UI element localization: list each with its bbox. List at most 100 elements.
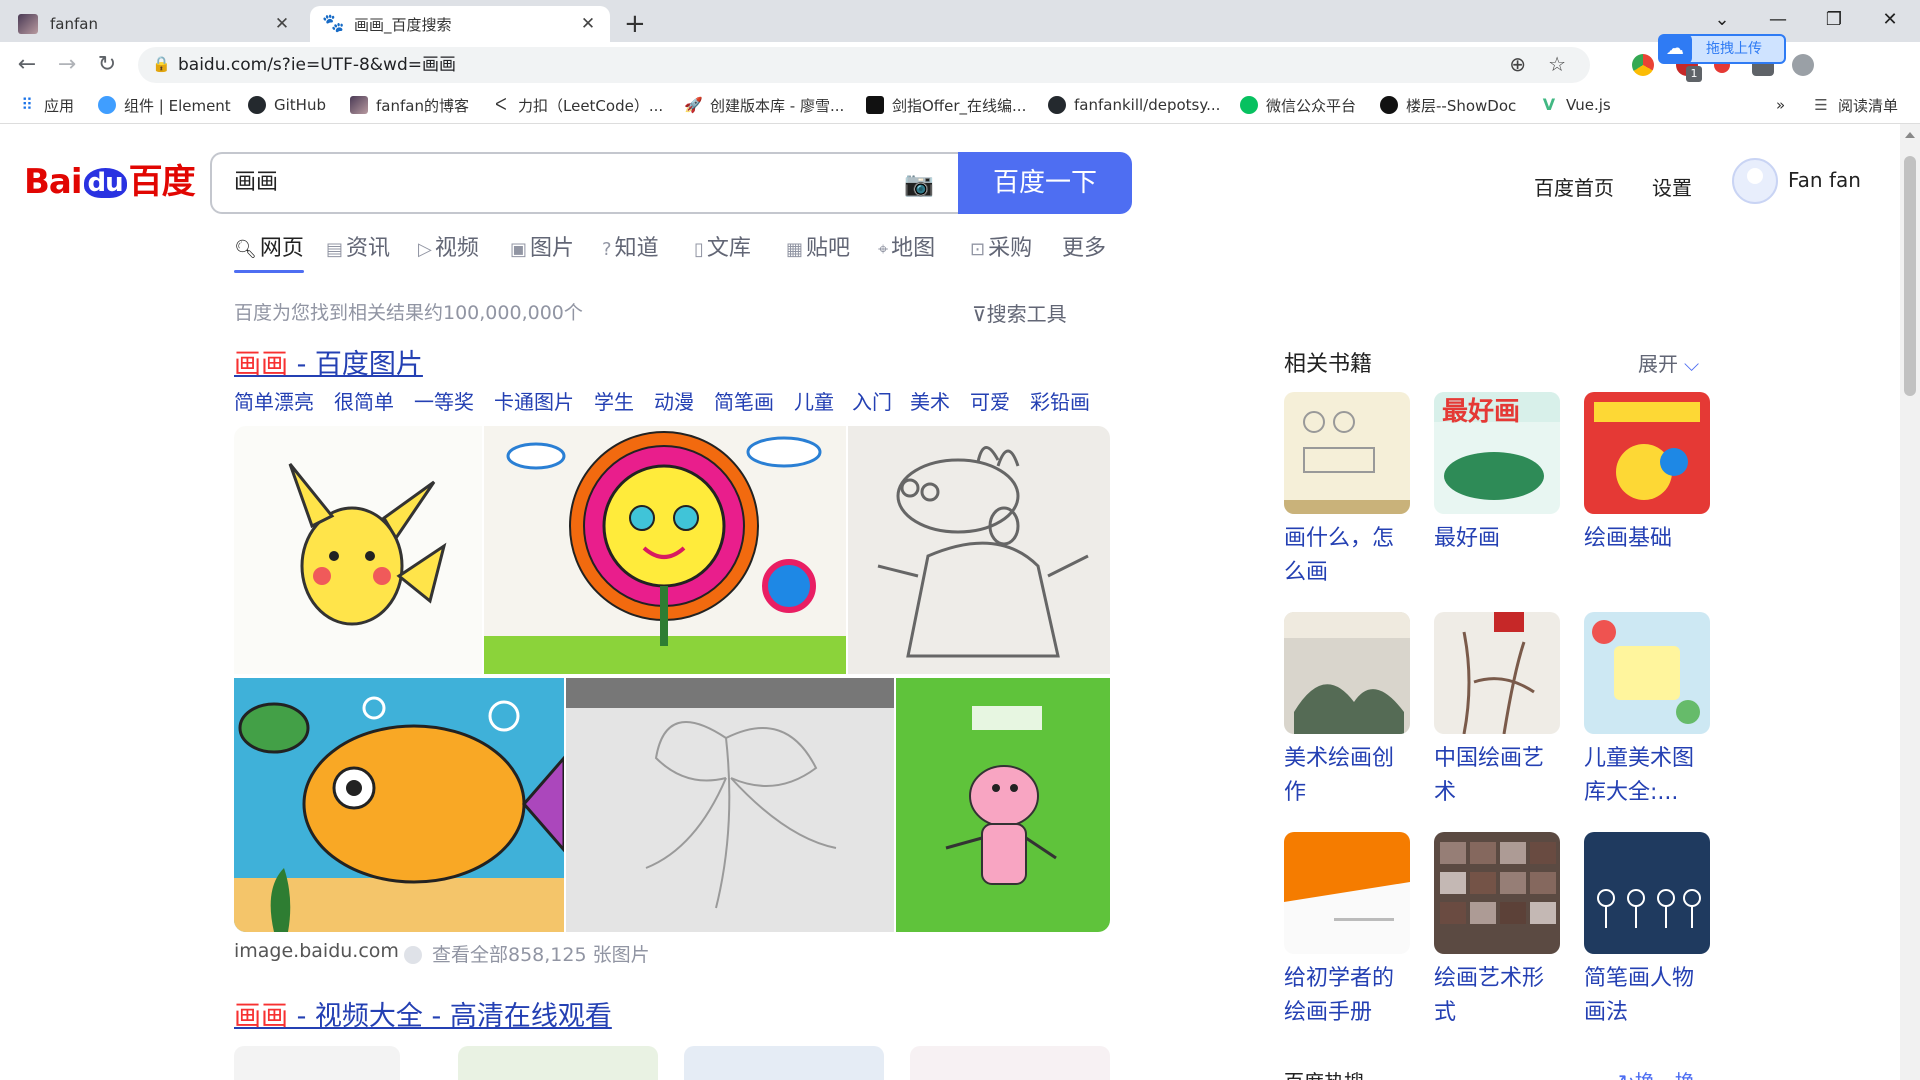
bookmark-apps[interactable]: ⠿ 应用: [18, 88, 74, 122]
image-peppa-pig[interactable]: [848, 426, 1110, 674]
result-title-videos[interactable]: 画画 - 视频大全 - 高清在线观看: [234, 994, 612, 1033]
bookmark-star-icon[interactable]: ☆: [1548, 52, 1566, 76]
avatar[interactable]: [1732, 158, 1778, 204]
search-button[interactable]: 百度一下: [958, 152, 1132, 214]
book-title[interactable]: 给初学者的绘画手册: [1284, 962, 1410, 1030]
tag-link[interactable]: 很简单: [334, 386, 394, 415]
tag-link[interactable]: 学生: [594, 386, 634, 415]
result-title-images[interactable]: 画画 - 百度图片: [234, 342, 423, 381]
book-card[interactable]: 最好画 最好画: [1434, 392, 1560, 556]
book-title[interactable]: 简笔画人物画法: [1584, 962, 1710, 1030]
bookmark-vue[interactable]: V Vue.js: [1540, 88, 1611, 122]
bookmark-github[interactable]: GitHub: [248, 88, 326, 122]
bookmark-showdoc[interactable]: 楼层--ShowDoc: [1380, 88, 1516, 122]
url-text[interactable]: baidu.com/s?ie=UTF-8&wd=画画: [178, 47, 456, 83]
tab-tieba[interactable]: ▦ 贴吧: [786, 230, 850, 262]
zoom-icon[interactable]: ⊕: [1509, 52, 1526, 76]
video-thumbnail[interactable]: [458, 1046, 658, 1080]
tag-link[interactable]: 简单漂亮: [234, 386, 314, 415]
image-sunflower[interactable]: [484, 426, 846, 674]
search-tools-button[interactable]: ⊽搜索工具: [972, 298, 1067, 327]
book-title[interactable]: 儿童美术图库大全:...: [1584, 742, 1710, 810]
reload-icon[interactable]: ↻: [92, 50, 122, 80]
reading-list[interactable]: ☰ 阅读清单: [1812, 88, 1898, 122]
tab-news[interactable]: ▤ 资讯: [326, 230, 390, 262]
camera-icon[interactable]: 📷: [904, 170, 934, 198]
username[interactable]: Fan fan: [1788, 168, 1861, 192]
lock-icon[interactable]: 🔒: [152, 55, 171, 73]
expand-button[interactable]: 展开 ⌵: [1638, 348, 1699, 377]
image-fish[interactable]: [234, 678, 564, 932]
cloud-upload-icon[interactable]: ☁: [1658, 34, 1692, 64]
tag-link[interactable]: 简笔画: [714, 386, 774, 415]
image-pikachu[interactable]: [234, 426, 482, 674]
baidu-home-link[interactable]: 百度首页: [1534, 172, 1614, 201]
tag-link[interactable]: 一等奖: [414, 386, 474, 415]
tab-images[interactable]: ▣ 图片: [510, 230, 574, 262]
restore-icon[interactable]: ❐: [1806, 0, 1862, 40]
bookmark-liaoxuefeng[interactable]: 🚀 创建版本库 - 廖雪...: [684, 88, 844, 122]
bookmark-depotsy[interactable]: fanfankill/depotsy...: [1048, 88, 1220, 122]
tag-link[interactable]: 入门: [852, 386, 892, 415]
tag-link[interactable]: 美术: [910, 386, 950, 415]
book-title[interactable]: 美术绘画创作: [1284, 742, 1410, 810]
book-card[interactable]: 画什么，怎么画: [1284, 392, 1410, 590]
view-all-images-link[interactable]: 查看全部858,125 张图片: [404, 940, 650, 967]
video-thumbnail[interactable]: [684, 1046, 884, 1080]
scrollbar-thumb[interactable]: [1904, 156, 1916, 396]
image-green-book[interactable]: [896, 678, 1110, 932]
tab-web[interactable]: 🔍︎ 网页: [234, 230, 304, 262]
tag-link[interactable]: 彩铅画: [1030, 386, 1090, 415]
book-card[interactable]: 简笔画人物画法: [1584, 832, 1710, 1030]
tab-baidu-search[interactable]: 🐾 画画_百度搜索 ✕: [310, 6, 610, 42]
book-title[interactable]: 绘画艺术形式: [1434, 962, 1560, 1030]
search-input[interactable]: 画画 📷: [210, 152, 960, 214]
extension-chrome-icon[interactable]: [1632, 54, 1654, 76]
tag-link[interactable]: 可爱: [970, 386, 1010, 415]
back-icon[interactable]: ←: [12, 50, 42, 80]
book-title[interactable]: 绘画基础: [1584, 522, 1710, 556]
tab-wenku[interactable]: ▯ 文库: [694, 230, 751, 262]
book-title[interactable]: 中国绘画艺术: [1434, 742, 1560, 810]
bookmark-leetcode[interactable]: ᐸ 力扣（LeetCode）...: [492, 88, 663, 122]
bookmark-blog[interactable]: fanfan的博客: [350, 88, 469, 122]
tab-zhidao[interactable]: ? 知道: [602, 230, 659, 262]
tab-shopping[interactable]: ⊡ 采购: [970, 230, 1032, 262]
bookmark-element[interactable]: 组件 | Element: [98, 88, 231, 122]
settings-link[interactable]: 设置: [1652, 172, 1692, 201]
bookmarks-overflow-icon[interactable]: »: [1776, 88, 1785, 122]
close-icon[interactable]: ✕: [578, 14, 598, 34]
new-tab-button[interactable]: +: [624, 6, 646, 42]
search-value[interactable]: 画画: [234, 154, 278, 212]
tab-map[interactable]: ⌖ 地图: [878, 230, 935, 262]
scroll-up-icon[interactable]: [1905, 132, 1915, 138]
refresh-hot-search-link[interactable]: ↻换一换: [1618, 1066, 1695, 1080]
bookmark-offer[interactable]: 剑指Offer_在线编...: [866, 88, 1026, 122]
book-title[interactable]: 最好画: [1434, 522, 1560, 556]
profile-icon[interactable]: [1792, 54, 1814, 76]
tag-link[interactable]: 动漫: [654, 386, 694, 415]
book-card[interactable]: 美术绘画创作: [1284, 612, 1410, 810]
tab-more[interactable]: 更多: [1062, 230, 1106, 262]
close-icon[interactable]: ✕: [272, 14, 292, 34]
book-card[interactable]: 儿童美术图库大全:...: [1584, 612, 1710, 810]
close-window-icon[interactable]: ✕: [1862, 0, 1918, 40]
tag-link[interactable]: 儿童: [794, 386, 834, 415]
tab-fanfan[interactable]: fanfan ✕: [6, 6, 304, 42]
result-source[interactable]: image.baidu.com: [234, 940, 399, 962]
baidu-logo[interactable]: Bai du 百度: [24, 154, 196, 203]
bookmark-wechat[interactable]: 微信公众平台: [1240, 88, 1356, 122]
address-bar[interactable]: 🔒 baidu.com/s?ie=UTF-8&wd=画画 ⊕ ☆: [138, 47, 1590, 83]
book-title[interactable]: 画什么，怎么画: [1284, 522, 1410, 590]
book-card[interactable]: 绘画基础: [1584, 392, 1710, 556]
book-card[interactable]: 中国绘画艺术: [1434, 612, 1560, 810]
video-thumbnail[interactable]: [910, 1046, 1110, 1080]
page-scrollbar[interactable]: [1900, 124, 1920, 1080]
book-card[interactable]: 给初学者的绘画手册: [1284, 832, 1410, 1030]
tab-video[interactable]: ▷ 视频: [418, 230, 479, 262]
video-thumbnail[interactable]: [234, 1046, 400, 1080]
image-lily-sketch[interactable]: [566, 678, 894, 932]
forward-icon[interactable]: →: [52, 50, 82, 80]
book-card[interactable]: 绘画艺术形式: [1434, 832, 1560, 1030]
tag-link[interactable]: 卡通图片: [494, 386, 574, 415]
